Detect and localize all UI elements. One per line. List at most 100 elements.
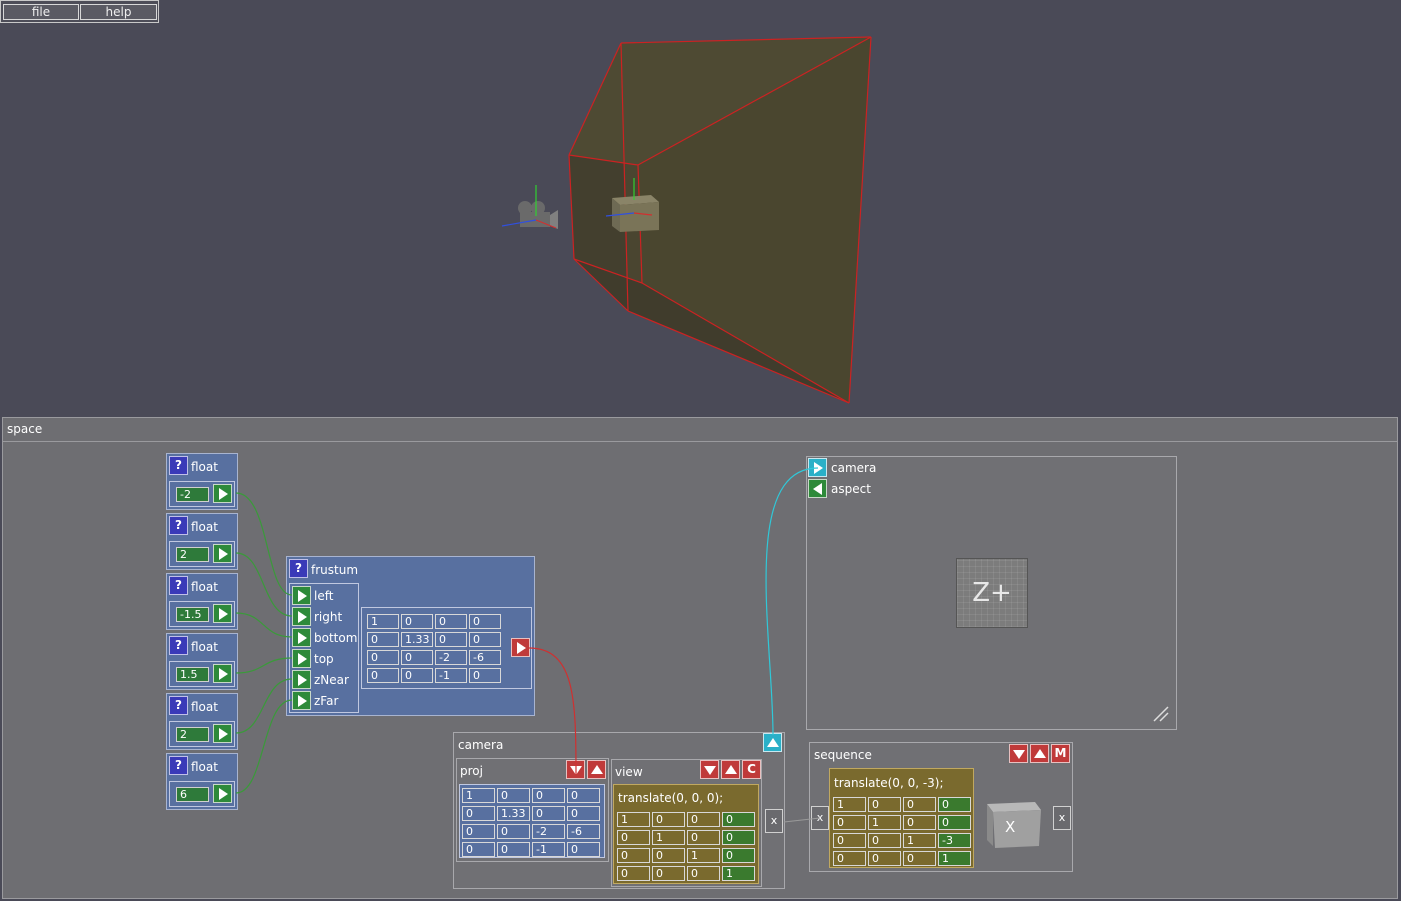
frustum-output-port[interactable] [511,638,530,657]
help-menu-button[interactable]: help [80,4,157,20]
camera-x-port[interactable]: x [765,809,783,833]
matrix-cell[interactable]: 0 [652,848,685,863]
matrix-cell[interactable]: 1.33 [497,806,530,821]
matrix-cell[interactable]: 0 [435,632,467,647]
float-output-port[interactable] [213,604,232,623]
matrix-cell[interactable]: -1 [435,668,467,683]
view-up-button[interactable] [721,760,740,779]
sequence-up-button[interactable] [1030,744,1049,763]
matrix-cell[interactable]: 0 [462,806,495,821]
float-value-field[interactable]: 6 [176,787,209,802]
matrix-cell[interactable]: 0 [469,614,501,629]
view-c-button[interactable]: C [742,760,761,779]
float-value-field[interactable]: 2 [176,727,209,742]
help-icon[interactable]: ? [169,456,188,475]
matrix-cell[interactable]: 0 [567,842,600,857]
matrix-cell[interactable]: 0 [469,668,501,683]
proj-up-button[interactable] [587,760,606,779]
matrix-cell[interactable]: 0 [367,650,399,665]
matrix-cell[interactable]: 1 [652,830,685,845]
viewer-aspect-port[interactable] [808,479,827,498]
help-icon[interactable]: ? [169,756,188,775]
matrix-cell[interactable]: 0 [687,866,720,881]
float-output-port[interactable] [213,724,232,743]
float-value-field[interactable]: 2 [176,547,209,562]
sequence-m-button[interactable]: M [1051,744,1070,763]
matrix-cell[interactable]: -3 [938,833,971,848]
matrix-cell[interactable]: 1 [462,788,495,803]
matrix-cell[interactable]: 0 [687,830,720,845]
float-output-port[interactable] [213,484,232,503]
matrix-cell[interactable]: 0 [617,866,650,881]
matrix-cell[interactable]: 0 [401,668,433,683]
sequence-expression[interactable]: translate(0, 0, -3); [834,776,944,790]
matrix-cell[interactable]: 0 [469,632,501,647]
matrix-cell[interactable]: 0 [652,812,685,827]
float-node[interactable]: ? float -2 [166,453,238,510]
help-icon[interactable]: ? [169,696,188,715]
frustum-input-port[interactable] [292,670,311,689]
matrix-cell[interactable]: 1 [367,614,399,629]
matrix-cell[interactable]: 1 [722,866,755,881]
matrix-cell[interactable]: 0 [567,788,600,803]
view-expression[interactable]: translate(0, 0, 0); [618,791,723,805]
matrix-cell[interactable]: 0 [652,866,685,881]
float-value-field[interactable]: -2 [176,487,209,502]
file-menu-button[interactable]: file [3,4,79,20]
matrix-cell[interactable]: 0 [532,806,565,821]
matrix-cell[interactable]: 1 [868,815,901,830]
frustum-input-port[interactable] [292,586,311,605]
sequence-x-in-port[interactable]: x [811,806,829,830]
matrix-cell[interactable]: 0 [567,806,600,821]
matrix-cell[interactable]: 0 [367,668,399,683]
matrix-cell[interactable]: 1 [833,797,866,812]
matrix-cell[interactable]: 0 [903,797,936,812]
matrix-cell[interactable]: 1.33 [401,632,433,647]
matrix-cell[interactable]: 1 [687,848,720,863]
matrix-cell[interactable]: 0 [462,824,495,839]
view-down-button[interactable] [700,760,719,779]
frustum-input-port[interactable] [292,691,311,710]
frustum-input-port[interactable] [292,607,311,626]
proj-down-button[interactable] [566,760,585,779]
matrix-cell[interactable]: 0 [903,851,936,866]
matrix-cell[interactable]: 0 [938,815,971,830]
matrix-cell[interactable]: 1 [938,851,971,866]
matrix-cell[interactable]: 0 [367,632,399,647]
matrix-cell[interactable]: 0 [497,788,530,803]
matrix-cell[interactable]: -6 [567,824,600,839]
matrix-cell[interactable]: 0 [833,815,866,830]
matrix-cell[interactable]: 0 [401,614,433,629]
matrix-cell[interactable]: 0 [868,833,901,848]
matrix-cell[interactable]: 0 [497,842,530,857]
matrix-cell[interactable]: 0 [617,830,650,845]
camera-output-port[interactable] [763,733,782,752]
3d-viewport[interactable] [0,0,1401,416]
matrix-cell[interactable]: 0 [722,812,755,827]
sequence-x-out-port[interactable]: x [1053,806,1071,830]
float-node[interactable]: ? float 2 [166,693,238,750]
float-output-port[interactable] [213,784,232,803]
frustum-input-port[interactable] [292,649,311,668]
float-node[interactable]: ? float 1.5 [166,633,238,690]
help-icon[interactable]: ? [169,516,188,535]
resize-grip-icon[interactable] [807,457,1178,731]
matrix-cell[interactable]: 0 [462,842,495,857]
matrix-cell[interactable]: 0 [833,833,866,848]
matrix-cell[interactable]: 0 [722,848,755,863]
matrix-cell[interactable]: 0 [401,650,433,665]
float-output-port[interactable] [213,664,232,683]
help-icon[interactable]: ? [289,559,308,578]
float-output-port[interactable] [213,544,232,563]
sequence-down-button[interactable] [1009,744,1028,763]
matrix-cell[interactable]: 0 [687,812,720,827]
viewer-camera-port[interactable] [808,458,827,477]
help-icon[interactable]: ? [169,636,188,655]
float-value-field[interactable]: 1.5 [176,667,209,682]
float-node[interactable]: ? float 2 [166,513,238,570]
matrix-cell[interactable]: 0 [532,788,565,803]
matrix-cell[interactable]: 1 [903,833,936,848]
matrix-cell[interactable]: 1 [617,812,650,827]
viewer-node[interactable]: camera aspect Z+ [806,456,1177,730]
matrix-cell[interactable]: 0 [435,614,467,629]
